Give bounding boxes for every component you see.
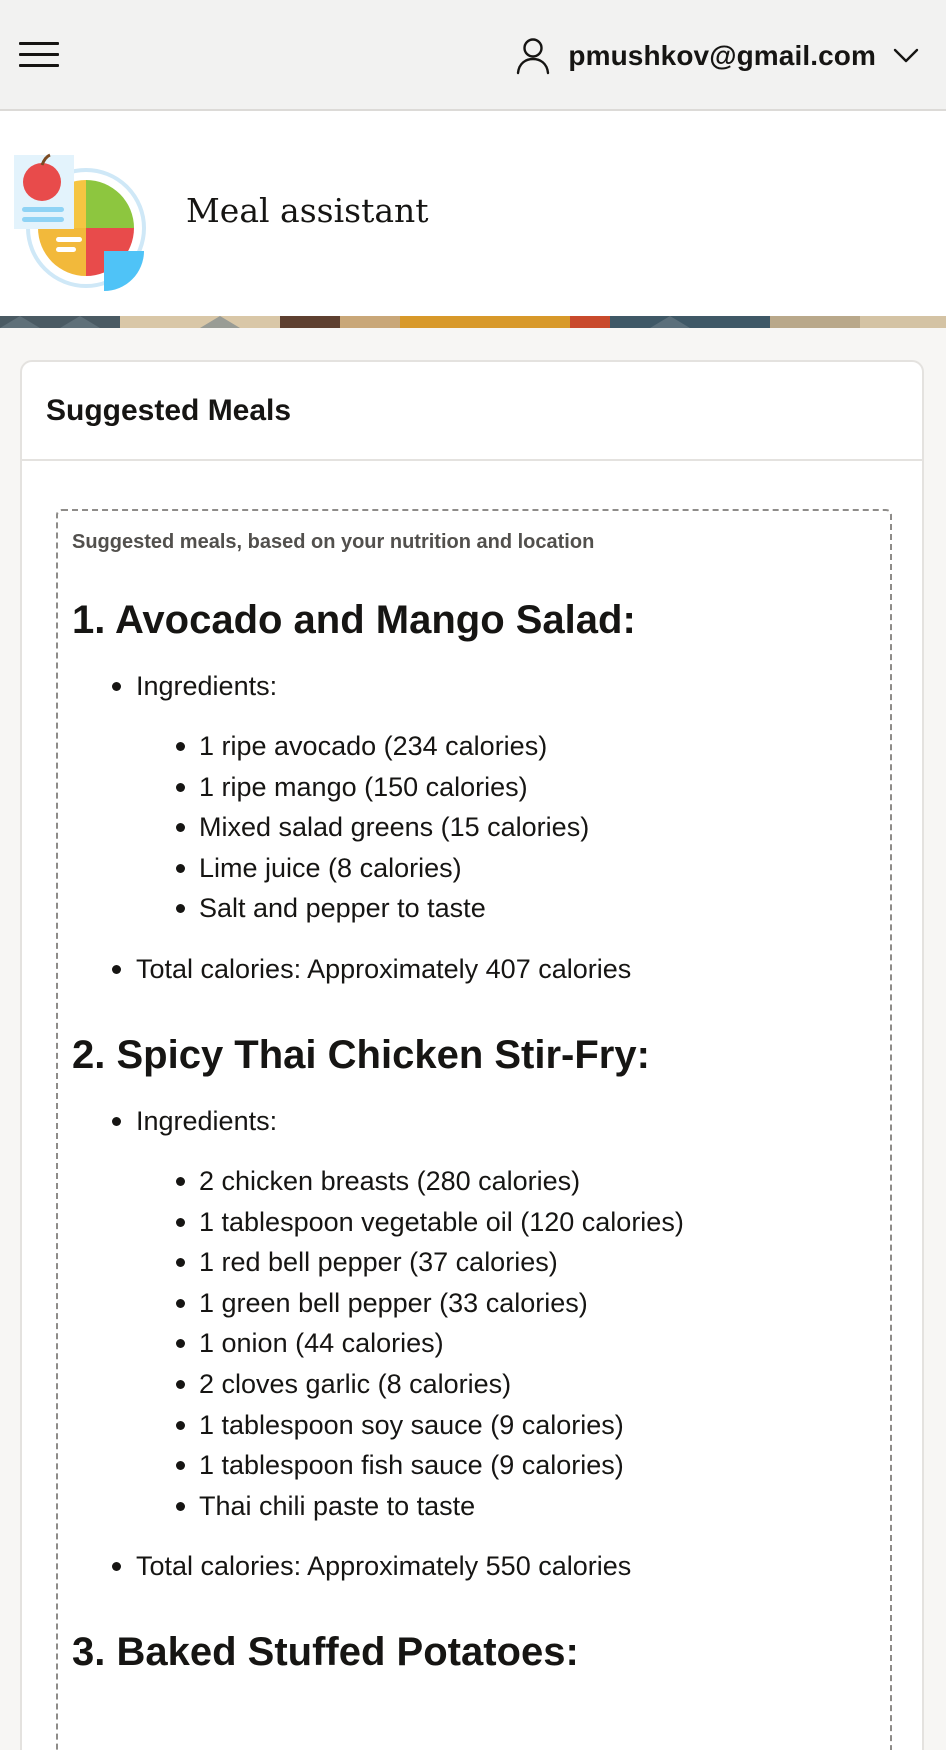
ingredient-item: 1 tablespoon vegetable oil (120 calories… bbox=[72, 1202, 876, 1243]
ingredient-list: 2 chicken breasts (280 calories) 1 table… bbox=[136, 1161, 876, 1526]
region-subtitle: Suggested meals, based on your nutrition… bbox=[72, 531, 595, 553]
ingredient-item: 1 ripe avocado (234 calories) bbox=[72, 726, 876, 767]
card-header: Suggested Meals bbox=[22, 362, 922, 461]
ingredient-item: 1 tablespoon soy sauce (9 calories) bbox=[72, 1405, 876, 1446]
ingredient-item: Salt and pepper to taste bbox=[72, 888, 876, 929]
total-calories: Total calories: Approximately 407 calori… bbox=[72, 949, 876, 989]
user-email: pmushkov@gmail.com bbox=[568, 40, 876, 71]
ingredient-item: Thai chili paste to taste bbox=[72, 1486, 876, 1527]
app-header: Meal assistant bbox=[0, 111, 946, 316]
ingredient-item: 1 tablespoon fish sauce (9 calories) bbox=[72, 1445, 876, 1486]
ingredients-label: Ingredients: bbox=[136, 1105, 278, 1136]
card-title: Suggested Meals bbox=[46, 394, 292, 427]
ingredient-item: 1 red bell pepper (37 calories) bbox=[72, 1242, 876, 1283]
user-menu[interactable]: pmushkov@gmail.com bbox=[516, 36, 920, 76]
ingredient-item: 1 onion (44 calories) bbox=[72, 1323, 876, 1364]
menu-icon[interactable] bbox=[18, 40, 60, 70]
ingredient-item: 2 cloves garlic (8 calories) bbox=[72, 1364, 876, 1405]
meal-title: 2. Spicy Thai Chicken Stir-Fry: bbox=[72, 1032, 650, 1077]
ingredients-entry: Ingredients: 1 ripe avocado (234 calorie… bbox=[72, 666, 876, 929]
ingredient-list: 1 ripe avocado (234 calories) 1 ripe man… bbox=[136, 726, 876, 929]
ingredients-label: Ingredients: bbox=[136, 671, 278, 701]
meal-logo-icon bbox=[14, 153, 146, 291]
chevron-down-icon[interactable] bbox=[892, 47, 920, 65]
decorative-banner bbox=[0, 316, 946, 328]
meal-item: 2. Spicy Thai Chicken Stir-Fry: Ingredie… bbox=[72, 1031, 876, 1586]
meals-region: Suggested meals, based on your nutrition… bbox=[56, 509, 892, 1750]
user-icon bbox=[517, 38, 550, 75]
suggested-meals-card: Suggested Meals Suggested meals, based o… bbox=[20, 360, 924, 1750]
ingredient-item: Mixed salad greens (15 calories) bbox=[72, 807, 876, 848]
top-bar: pmushkov@gmail.com bbox=[0, 0, 946, 111]
app-title: Meal assistant bbox=[186, 191, 429, 230]
meal-title: 1. Avocado and Mango Salad: bbox=[72, 598, 636, 642]
meal-item: 1. Avocado and Mango Salad: Ingredients:… bbox=[72, 596, 876, 989]
ingredient-item: Lime juice (8 calories) bbox=[72, 848, 876, 889]
ingredient-item: 1 green bell pepper (33 calories) bbox=[72, 1283, 876, 1324]
ingredient-item: 1 ripe mango (150 calories) bbox=[72, 767, 876, 808]
ingredients-entry: Ingredients: 2 chicken breasts (280 calo… bbox=[72, 1101, 876, 1526]
meal-title: 3. Baked Stuffed Potatoes: bbox=[72, 1630, 579, 1675]
meal-details: Ingredients: 1 ripe avocado (234 calorie… bbox=[72, 666, 876, 989]
meal-item: 3. Baked Stuffed Potatoes: bbox=[72, 1628, 876, 1676]
total-calories: Total calories: Approximately 550 calori… bbox=[72, 1546, 876, 1586]
meal-details: Ingredients: 2 chicken breasts (280 calo… bbox=[72, 1101, 876, 1586]
ingredient-item: 2 chicken breasts (280 calories) bbox=[72, 1161, 876, 1202]
